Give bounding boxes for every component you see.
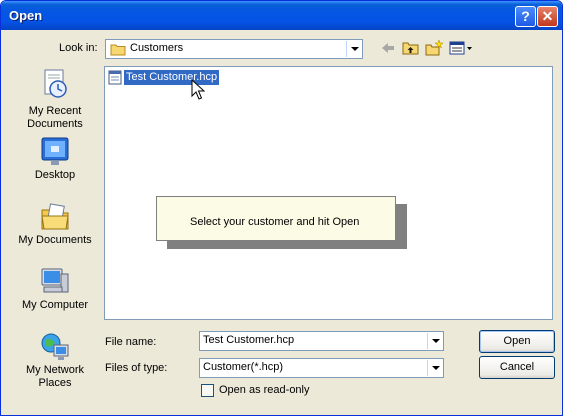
cancel-button[interactable]: Cancel: [479, 356, 555, 379]
close-button[interactable]: ✕: [537, 6, 558, 27]
place-label: Desktop: [34, 169, 76, 181]
file-name-value: Test Customer.hcp: [203, 334, 295, 346]
files-of-type-combo[interactable]: Customer(*.hcp): [199, 358, 444, 378]
open-dialog: Open ? ✕ Look in: Customers My Recent Do…: [0, 0, 563, 416]
window-title: Open: [9, 8, 43, 23]
file-name-label: File name:: [105, 336, 157, 348]
new-folder-icon: [425, 39, 444, 56]
look-in-dropdown-arrow[interactable]: [346, 41, 361, 57]
read-only-checkbox[interactable]: [201, 384, 214, 397]
place-my-documents[interactable]: My Documents: [13, 201, 97, 249]
tooltip: Select your customer and hit Open: [156, 196, 396, 241]
views-menu-button[interactable]: [448, 39, 474, 57]
look-in-combo[interactable]: Customers: [105, 39, 363, 59]
mouse-cursor-icon: [191, 79, 205, 100]
folder-icon: [110, 44, 126, 56]
file-list[interactable]: Test Customer.hcp: [104, 66, 553, 320]
file-name-dropdown-arrow[interactable]: [427, 333, 442, 349]
my-documents-icon: [41, 203, 69, 230]
network-places-icon: [41, 333, 69, 360]
look-in-value: Customers: [130, 42, 184, 54]
up-folder-icon: [402, 42, 419, 55]
my-computer-icon: [41, 268, 69, 293]
recent-documents-icon: [44, 69, 67, 98]
file-icon: [108, 70, 122, 85]
place-my-network-places[interactable]: My Network Places: [13, 331, 97, 391]
file-name-combo[interactable]: Test Customer.hcp: [199, 331, 444, 351]
place-desktop[interactable]: Desktop: [13, 136, 97, 184]
help-button[interactable]: ?: [515, 6, 536, 27]
title-bar[interactable]: Open ? ✕: [1, 1, 562, 30]
place-label: My Network Places: [25, 364, 85, 389]
files-of-type-label: Files of type:: [105, 362, 168, 374]
new-folder-button[interactable]: [424, 39, 444, 57]
files-of-type-dropdown-arrow[interactable]: [427, 360, 442, 376]
place-my-computer[interactable]: My Computer: [13, 266, 97, 314]
desktop-icon: [41, 137, 69, 165]
back-button[interactable]: [378, 39, 398, 57]
place-my-recent-documents[interactable]: My Recent Documents: [13, 68, 97, 130]
place-label: My Documents: [18, 234, 92, 246]
open-button[interactable]: Open: [479, 330, 555, 353]
tooltip-text: Select your customer and hit Open: [190, 216, 360, 228]
place-label: My Recent Documents: [27, 105, 83, 130]
place-label: My Computer: [21, 299, 89, 311]
back-arrow-icon: [382, 43, 394, 53]
read-only-label: Open as read-only: [219, 384, 310, 396]
views-menu-icon: [449, 41, 472, 55]
files-of-type-value: Customer(*.hcp): [203, 361, 284, 373]
look-in-label: Look in:: [59, 42, 98, 54]
up-folder-button[interactable]: [401, 39, 421, 57]
